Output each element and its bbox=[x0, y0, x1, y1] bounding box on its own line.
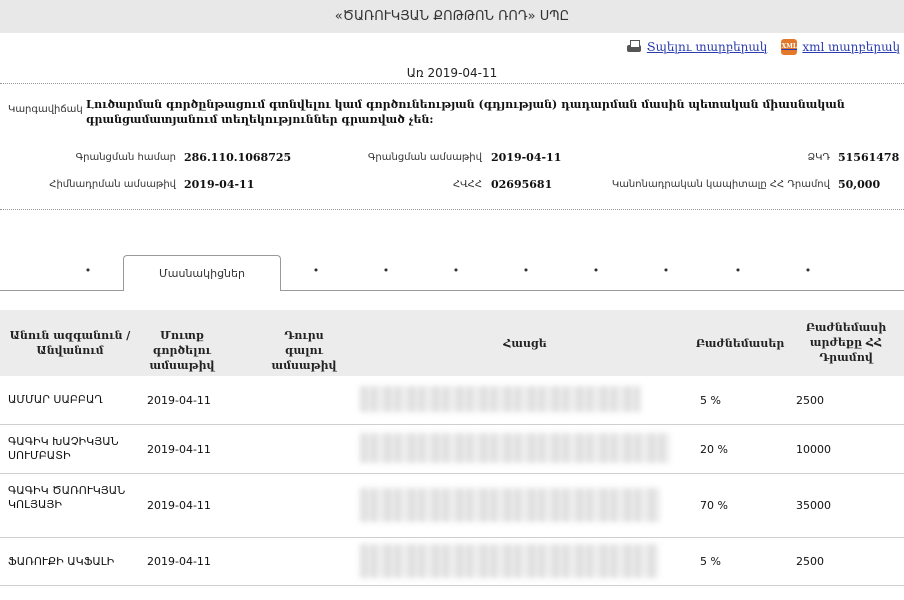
reg-date-label: Գրանցման ամսաթիվ bbox=[367, 152, 482, 163]
tab-3[interactable]: • bbox=[309, 264, 323, 278]
address-redacted bbox=[360, 544, 658, 578]
tab-9[interactable]: • bbox=[731, 264, 745, 278]
col-entry-date: Մուտք գործելու ամսաթիվ bbox=[149, 329, 215, 372]
address-redacted bbox=[360, 433, 670, 463]
participant-name: ԳԱԳԻԿ ԾԱՌՈՒԿՅԱՆ ԿՈԼՅԱՅԻ bbox=[8, 484, 126, 511]
participant-name: ԳԱԳԻԿ ԽԱՉԻԿՅԱՆ ՍՈՒՄԲԱՏԻ bbox=[8, 435, 119, 462]
share-percent: 20 % bbox=[700, 443, 728, 456]
as-of-date: Առ 2019-04-11 bbox=[406, 66, 498, 80]
tab-8[interactable]: • bbox=[659, 264, 673, 278]
col-shares: Բաժնեմասեր bbox=[695, 337, 785, 350]
tab-1[interactable]: • bbox=[81, 264, 95, 278]
status-text: Լուծարման գործընթացում գտնվելու կամ գործ… bbox=[86, 98, 845, 126]
share-value: 35000 bbox=[796, 499, 831, 512]
reg-number-value: 286.110.1068725 bbox=[184, 151, 292, 164]
table-row: ԱՄՄԱՐ ՍԱԲԲԱՂ 2019-04-11 5 % 2500 bbox=[0, 376, 904, 425]
reg-date-value: 2019-04-11 bbox=[491, 151, 562, 164]
address-redacted bbox=[360, 386, 640, 412]
col-share-value: Բաժնեմասի արժեքը ՀՀ Դրամով bbox=[805, 321, 887, 364]
divider bbox=[0, 83, 904, 84]
col-address: Հասցե bbox=[503, 337, 547, 350]
table-row: ՖԱՌՈՒՔԻ ԱԿՖԱԼԻ 2019-04-11 5 % 2500 bbox=[0, 538, 904, 586]
status-label: Կարգավիճակ bbox=[8, 104, 83, 115]
col-exit-date: Դուրս գալու ամսաթիվ bbox=[271, 329, 337, 372]
page-header: «ԾԱՌՈՒԿՅԱՆ ՔՈԹԹՈՆ ՌՈԴ» ՍՊԸ bbox=[0, 0, 904, 33]
tab-5[interactable]: • bbox=[449, 264, 463, 278]
tab-4[interactable]: • bbox=[379, 264, 393, 278]
share-percent: 5 % bbox=[700, 555, 721, 568]
address-redacted bbox=[360, 488, 660, 522]
divider bbox=[0, 209, 904, 210]
col-name: Անուն ազգանուն / Անվանում bbox=[9, 329, 131, 357]
share-percent: 70 % bbox=[700, 499, 728, 512]
participant-name: ՖԱՌՈՒՔԻ ԱԿՖԱԼԻ bbox=[8, 555, 115, 568]
tab-7[interactable]: • bbox=[589, 264, 603, 278]
reg-number-label: Գրանցման համար bbox=[75, 152, 176, 163]
code-value: 51561478 bbox=[838, 151, 900, 164]
tab-10[interactable]: • bbox=[801, 264, 815, 278]
xml-version-label: xml տարբերակ bbox=[802, 40, 900, 54]
print-version-link[interactable]: Տպելու տարբերակ bbox=[626, 40, 768, 54]
founding-date-value: 2019-04-11 bbox=[184, 178, 255, 191]
share-value: 2500 bbox=[796, 394, 824, 407]
share-percent: 5 % bbox=[700, 394, 721, 407]
tin-value: 02695681 bbox=[491, 178, 553, 191]
entry-date: 2019-04-11 bbox=[147, 499, 211, 512]
share-value: 10000 bbox=[796, 443, 831, 456]
code-label: ՁԿԴ bbox=[807, 152, 830, 163]
entry-date: 2019-04-11 bbox=[147, 555, 211, 568]
participant-name: ԱՄՄԱՐ ՍԱԲԲԱՂ bbox=[8, 393, 103, 406]
print-version-label: Տպելու տարբերակ bbox=[646, 40, 768, 54]
entry-date: 2019-04-11 bbox=[147, 394, 211, 407]
table-row: ԳԱԳԻԿ ԾԱՌՈՒԿՅԱՆ ԿՈԼՅԱՅԻ 2019-04-11 70 % … bbox=[0, 474, 904, 538]
capital-value: 50,000 bbox=[838, 178, 881, 191]
xml-file-icon: XML bbox=[781, 39, 798, 55]
xml-version-link[interactable]: XML xml տարբերակ bbox=[781, 39, 900, 55]
founding-date-label: Հիմնադրման ամսաթիվ bbox=[49, 179, 176, 190]
table-row: ԳԱԳԻԿ ԽԱՉԻԿՅԱՆ ՍՈՒՄԲԱՏԻ 2019-04-11 20 % … bbox=[0, 425, 904, 474]
tin-label: ՀՎՀՀ bbox=[452, 179, 482, 190]
participants-table-header: Անուն ազգանուն / Անվանում Մուտք գործելու… bbox=[0, 310, 904, 376]
tab-6[interactable]: • bbox=[519, 264, 533, 278]
printer-icon bbox=[626, 40, 642, 54]
capital-label: Կանոնադրական կապիտալը ՀՀ Դրամով bbox=[611, 179, 830, 190]
share-value: 2500 bbox=[796, 555, 824, 568]
tab-participants[interactable]: Մասնակիցներ bbox=[123, 255, 281, 291]
export-links: Տպելու տարբերակ XML xml տարբերակ bbox=[626, 37, 900, 57]
entry-date: 2019-04-11 bbox=[147, 443, 211, 456]
